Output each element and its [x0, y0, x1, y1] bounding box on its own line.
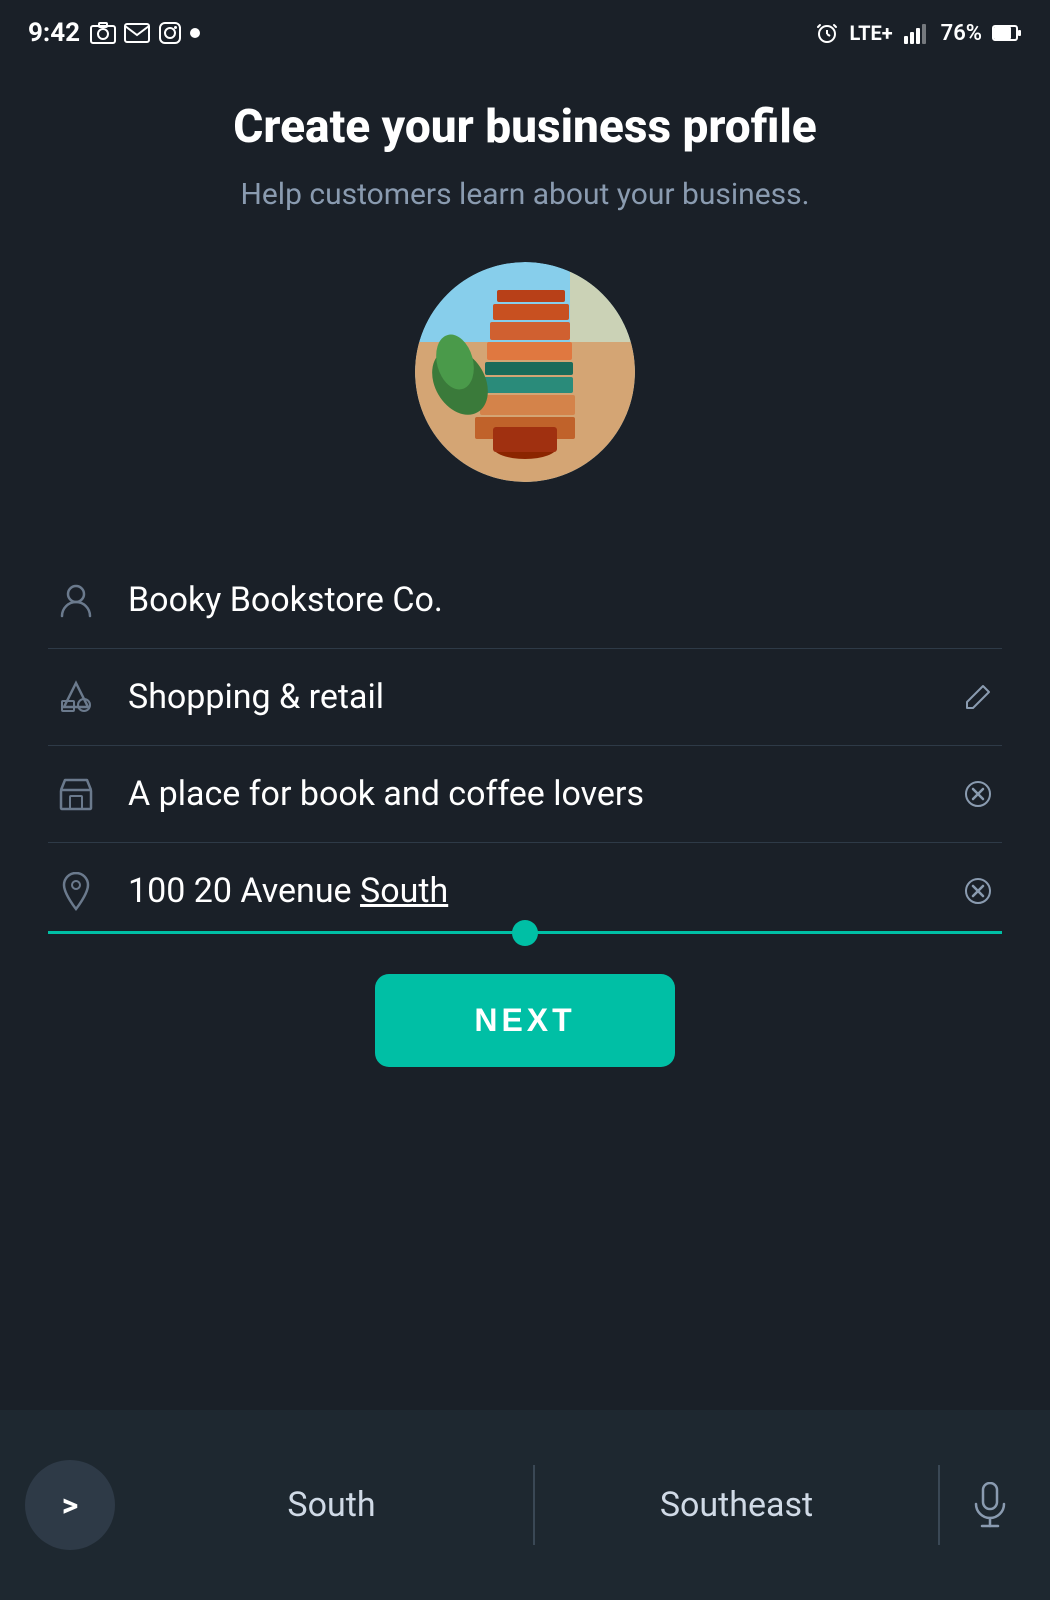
- mic-button[interactable]: [955, 1482, 1025, 1528]
- battery-icon: [992, 24, 1022, 42]
- location-icon: [48, 871, 104, 911]
- avatar-image: [415, 262, 635, 482]
- alarm-icon: [815, 21, 839, 45]
- signal-icon: [903, 22, 931, 44]
- lte-label: LTE+: [849, 21, 892, 45]
- next-button[interactable]: NEXT: [375, 974, 675, 1067]
- store-icon: [48, 776, 104, 812]
- status-right: LTE+ 76%: [815, 21, 1022, 46]
- notification-dot: [190, 28, 200, 38]
- category-icon: [48, 679, 104, 715]
- category-field[interactable]: Shopping & retail: [48, 649, 1002, 746]
- keyboard-area: > South Southeast: [0, 1410, 1050, 1600]
- business-name-value: Booky Bookstore Co.: [128, 580, 1002, 620]
- next-button-container: NEXT: [48, 934, 1002, 1097]
- suggestion-south[interactable]: South: [130, 1485, 533, 1525]
- address-field-container: 100 20 Avenue South: [48, 843, 1002, 934]
- page-title: Create your business profile: [233, 100, 817, 155]
- status-bar: 9:42 LTE+: [0, 0, 1050, 60]
- battery-label: 76%: [941, 21, 982, 46]
- business-name-field[interactable]: Booky Bookstore Co.: [48, 552, 1002, 649]
- page-subtitle: Help customers learn about your business…: [240, 177, 809, 212]
- avatar[interactable]: [415, 262, 635, 482]
- edit-category-button[interactable]: [954, 682, 1002, 712]
- address-field[interactable]: 100 20 Avenue South: [48, 871, 1002, 923]
- suggestion-divider-2: [938, 1465, 940, 1545]
- photo-icon: [90, 22, 116, 44]
- instagram-icon: [158, 21, 182, 45]
- keyboard-chevron-button[interactable]: >: [25, 1460, 115, 1550]
- clear-address-button[interactable]: [954, 876, 1002, 906]
- category-value: Shopping & retail: [128, 677, 954, 717]
- description-value: A place for book and coffee lovers: [128, 774, 954, 814]
- keyboard-suggestion-row: > South Southeast: [0, 1410, 1050, 1600]
- chevron-right-icon: >: [62, 1486, 79, 1524]
- address-value: 100 20 Avenue South: [128, 871, 954, 911]
- active-field-underline: [48, 931, 1002, 934]
- clear-description-button[interactable]: [954, 779, 1002, 809]
- status-icons: [90, 21, 200, 45]
- status-left: 9:42: [28, 18, 200, 48]
- cursor-dot: [512, 920, 538, 946]
- form-area: Booky Bookstore Co. Shopping & retail: [48, 552, 1002, 934]
- suggestion-southeast[interactable]: Southeast: [535, 1485, 938, 1525]
- address-underlined-word: South: [360, 871, 448, 911]
- mail-icon: [124, 22, 150, 44]
- description-field[interactable]: A place for book and coffee lovers: [48, 746, 1002, 843]
- main-content: Create your business profile Help custom…: [0, 60, 1050, 1097]
- person-icon: [48, 582, 104, 618]
- time-display: 9:42: [28, 18, 80, 48]
